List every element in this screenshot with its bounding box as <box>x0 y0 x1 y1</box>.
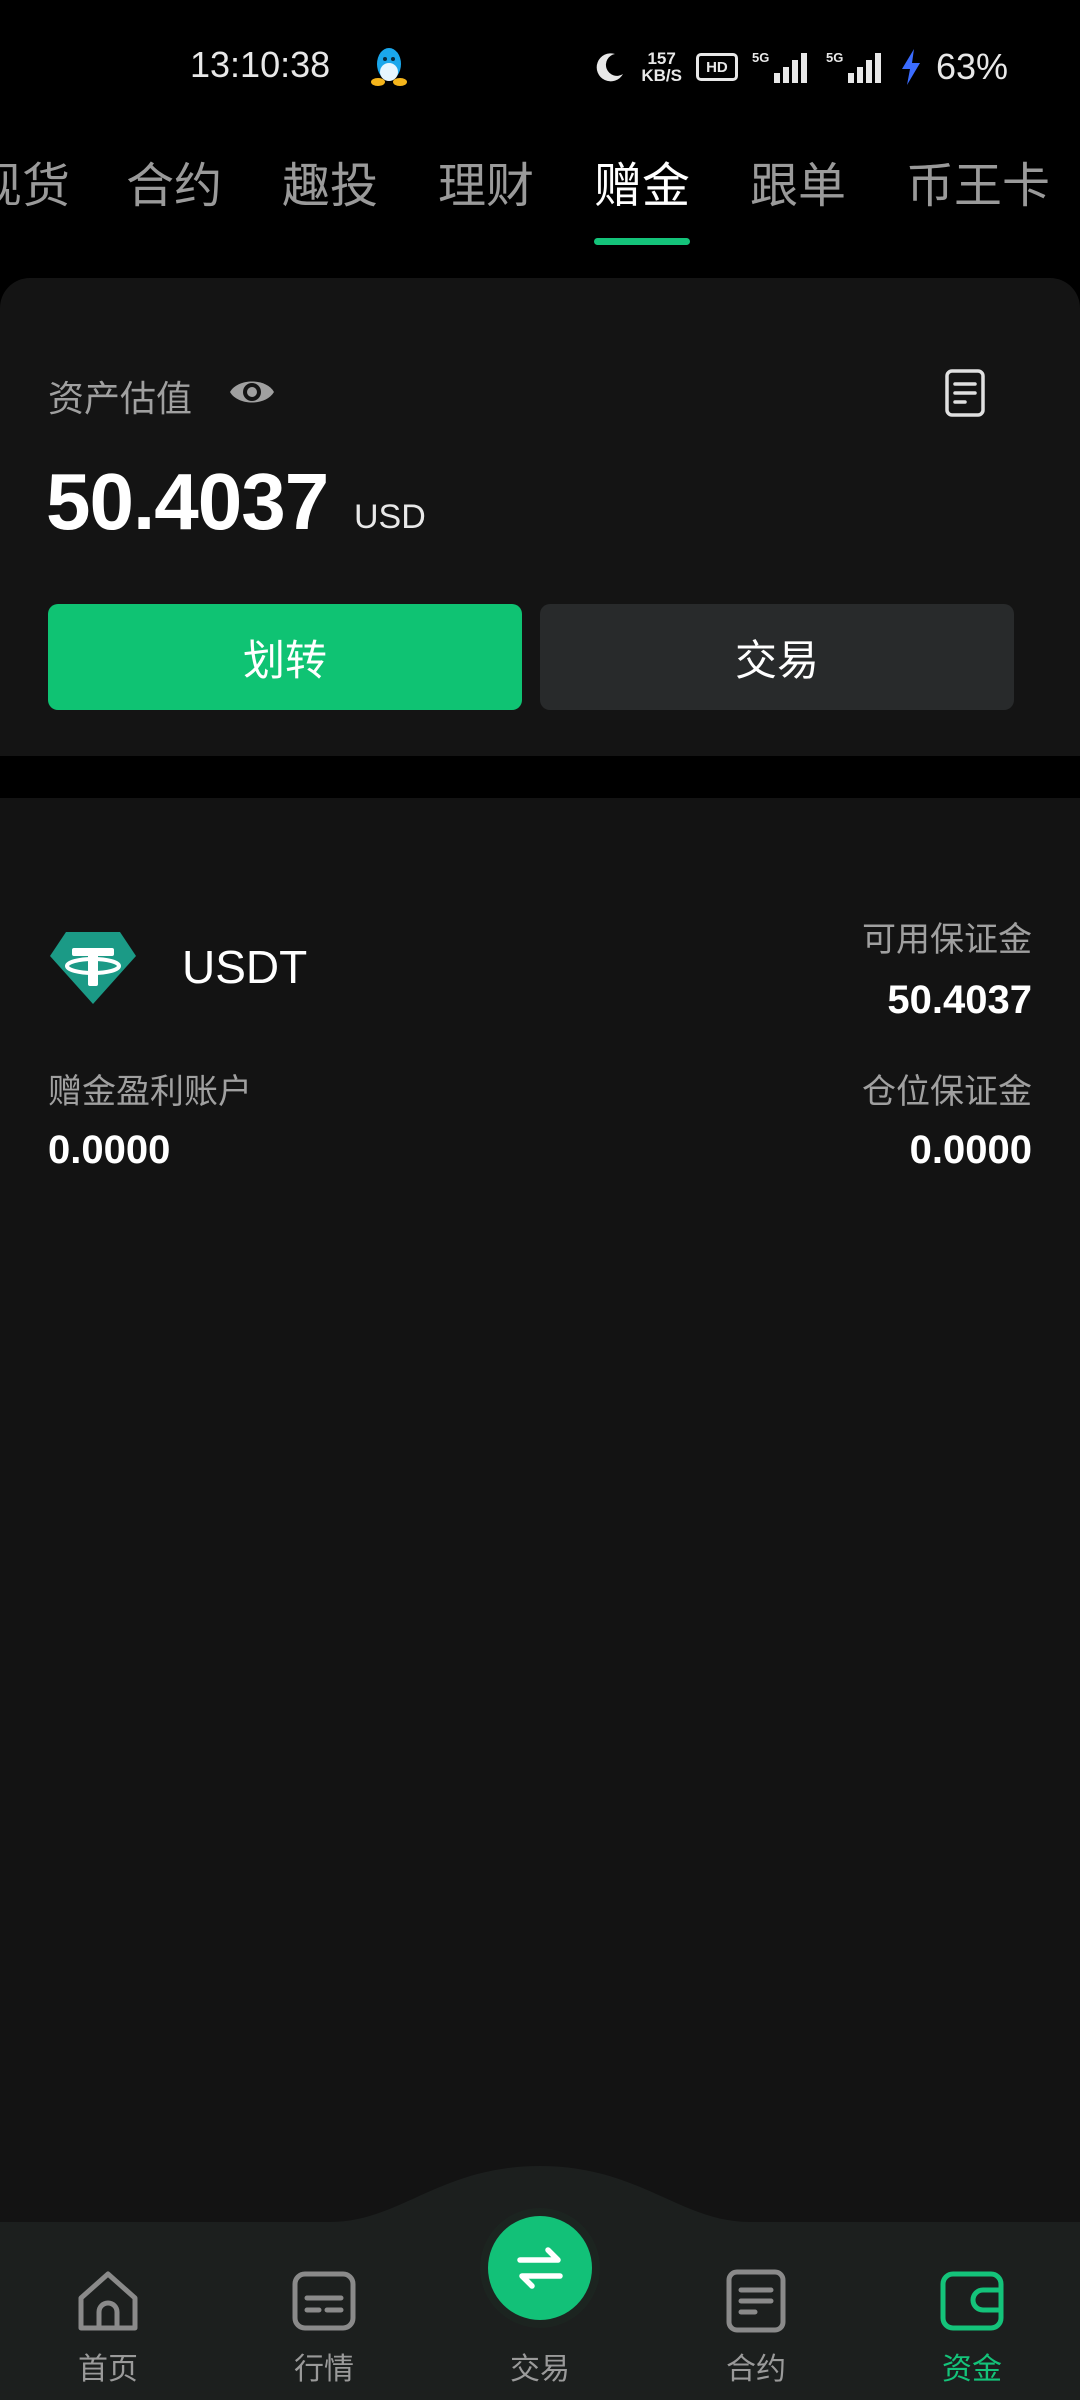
asset-unit: USD <box>354 498 426 536</box>
signal-5g-icon-2: 5G <box>826 50 881 83</box>
market-icon <box>292 2271 356 2331</box>
nav-trade-button[interactable] <box>488 2216 592 2320</box>
home-icon <box>78 2271 138 2331</box>
eye-icon[interactable] <box>228 372 276 412</box>
tab-wealth[interactable]: 理财 <box>438 146 534 216</box>
swap-icon <box>517 2247 563 2289</box>
status-icons: 157 KB/S HD 5G 5G 63% <box>593 44 1008 90</box>
available-margin-value: 50.4037 <box>887 978 1032 1022</box>
nav-home[interactable]: 首页 <box>38 2266 178 2388</box>
network-speed: 157 KB/S <box>641 49 682 85</box>
category-tabs: 现货 合约 趣投 理财 赠金 跟单 币王卡 <box>0 130 1080 250</box>
bonus-profit-value: 0.0000 <box>48 1128 171 1172</box>
asset-card: 资产估值 50.4037 USD 划转 交易 <box>0 278 1080 756</box>
moon-icon <box>597 53 624 82</box>
tab-fun-invest[interactable]: 趣投 <box>282 146 378 216</box>
nav-market[interactable]: 行情 <box>254 2266 394 2388</box>
svg-text:5G: 5G <box>826 50 843 65</box>
signal-5g-icon: 5G <box>752 50 807 83</box>
battery-level: 63% <box>935 46 1008 87</box>
status-bar: 13:10:38 157 KB/S HD 5G 5G 63% <box>0 0 1080 130</box>
hd-badge-icon: HD <box>695 53 738 81</box>
nav-trade-label: 交易 <box>510 2352 570 2387</box>
bonus-profit-label: 赠金盈利账户 <box>48 1072 252 1112</box>
wallet-icon <box>940 2271 1004 2331</box>
account-section: USDT 可用保证金 50.4037 赠金盈利账户 0.0000 仓位保证金 0… <box>0 798 1080 2222</box>
coin-name: USDT <box>182 941 308 993</box>
position-margin-value: 0.0000 <box>909 1128 1032 1172</box>
available-margin-label: 可用保证金 <box>862 920 1032 960</box>
asset-label: 资产估值 <box>48 379 193 420</box>
bottom-navigation: 首页 行情 交易 合约 资金 <box>0 2156 1080 2400</box>
tab-coin-king-card[interactable]: 币王卡 <box>906 146 1050 216</box>
nav-funds[interactable]: 资金 <box>902 2266 1042 2388</box>
active-tab-indicator <box>594 238 690 245</box>
charging-bolt-icon <box>901 49 920 85</box>
records-document-icon[interactable] <box>944 368 986 418</box>
asset-value: 50.4037 <box>46 457 329 546</box>
tab-bonus[interactable]: 赠金 <box>594 146 690 216</box>
tab-spot[interactable]: 现货 <box>0 146 70 216</box>
tab-contract[interactable]: 合约 <box>126 146 222 216</box>
svg-text:5G: 5G <box>752 50 769 65</box>
qq-penguin-icon <box>371 48 407 86</box>
nav-funds-label: 资金 <box>942 2352 1002 2387</box>
tab-copy-trade[interactable]: 跟单 <box>750 146 846 216</box>
transfer-button[interactable]: 划转 <box>48 604 522 710</box>
nav-contract[interactable]: 合约 <box>686 2266 826 2388</box>
status-time: 13:10:38 <box>190 44 331 85</box>
trade-button[interactable]: 交易 <box>540 604 1014 710</box>
position-margin-label: 仓位保证金 <box>862 1072 1032 1112</box>
usdt-logo-icon <box>50 932 136 1004</box>
nav-contract-label: 合约 <box>726 2352 786 2387</box>
contract-icon <box>726 2269 786 2333</box>
nav-market-label: 行情 <box>294 2352 354 2387</box>
nav-home-label: 首页 <box>78 2352 138 2387</box>
